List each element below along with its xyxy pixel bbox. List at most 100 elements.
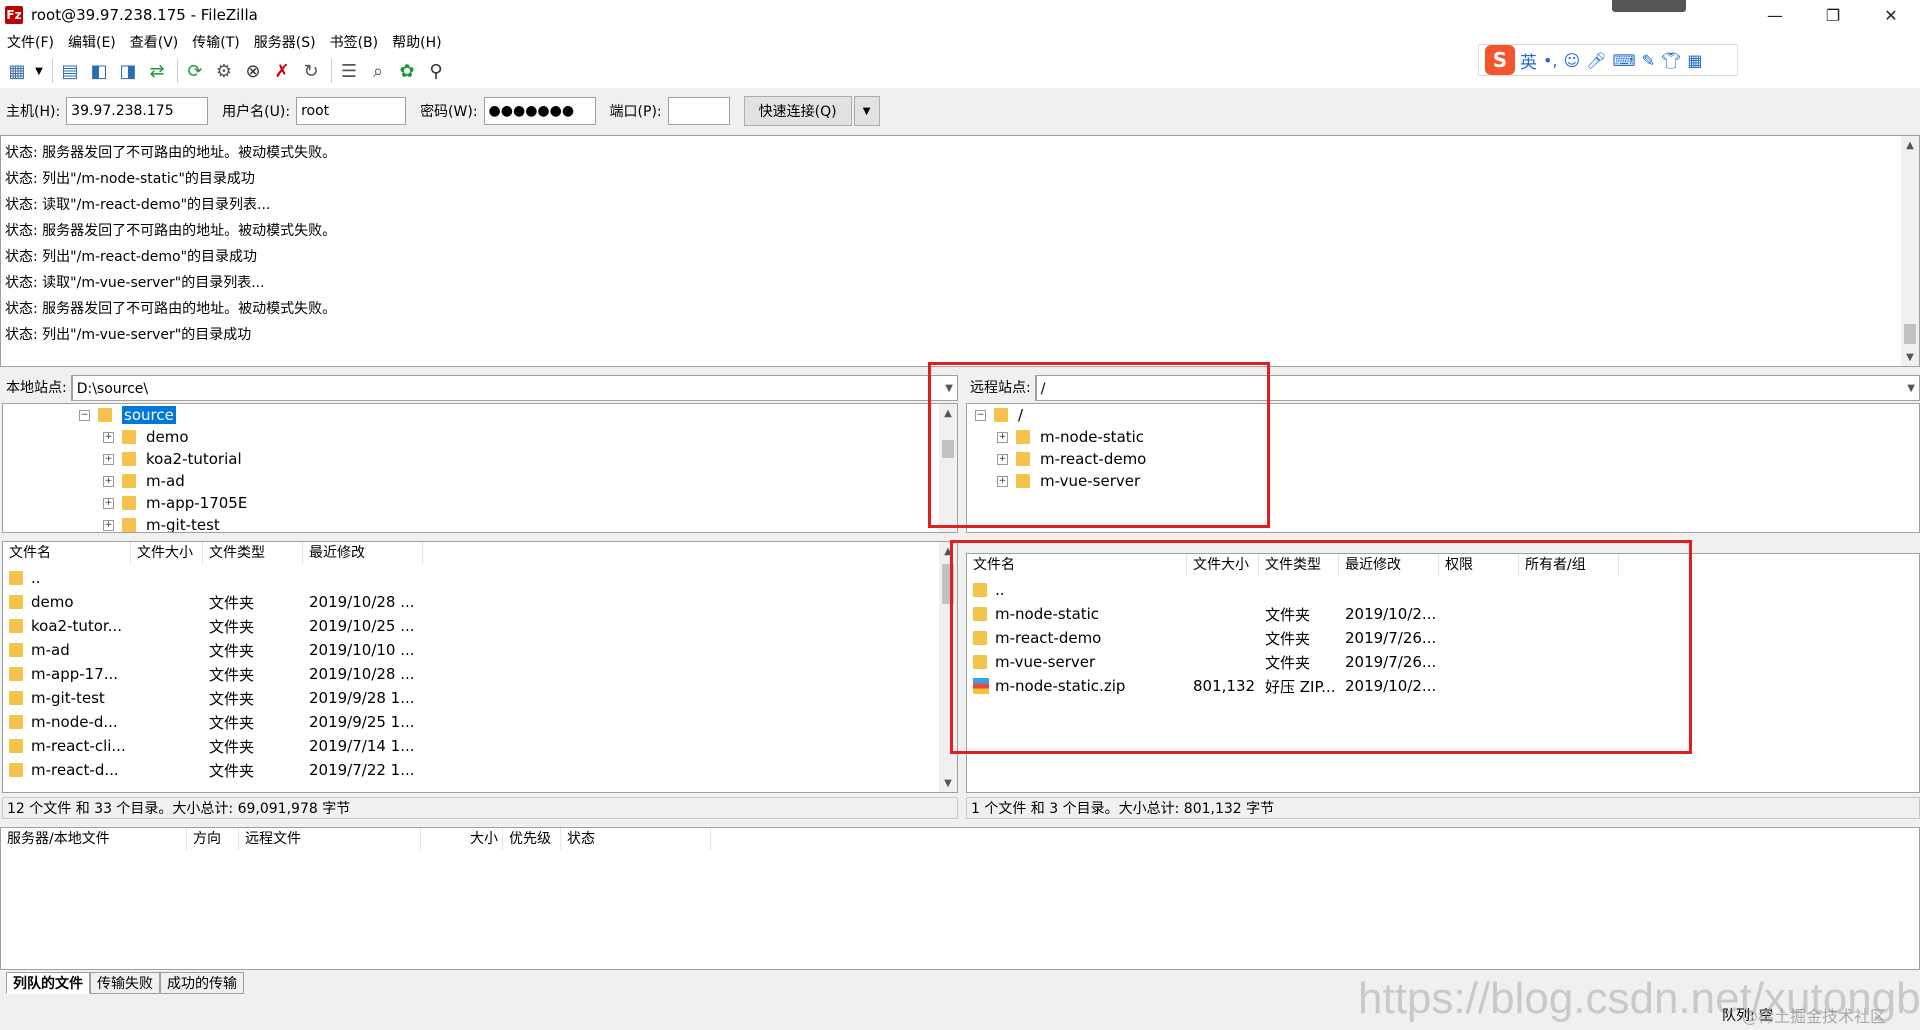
file-row[interactable]: m-node-d... 文件夹 2019/9/25 1... <box>3 710 957 734</box>
tree-item[interactable]: + m-app-1705E <box>103 492 247 514</box>
sogou-logo-icon[interactable]: S <box>1485 45 1515 75</box>
menu-help[interactable]: 帮助(H) <box>385 32 448 52</box>
site-manager-dropdown-icon[interactable]: ▼ <box>33 58 45 84</box>
disconnect-icon[interactable]: ✗ <box>269 58 295 84</box>
directory-compare-icon[interactable]: ⌕ <box>365 58 391 84</box>
menu-edit[interactable]: 编辑(E) <box>61 32 123 52</box>
cancel-operation-icon[interactable]: ⊗ <box>240 58 266 84</box>
file-name: m-ad <box>31 641 70 659</box>
skin-icon[interactable]: ✎ <box>1642 51 1655 70</box>
log-line: 状态: 服务器发回了不可路由的地址。被动模式失败。 <box>5 223 337 239</box>
tree-item[interactable]: + koa2-tutorial <box>103 448 242 470</box>
toggle-queue-icon[interactable]: ⇄ <box>144 58 170 84</box>
tree-item[interactable]: + m-ad <box>103 470 185 492</box>
password-input[interactable] <box>483 97 596 125</box>
toggle-local-tree-icon[interactable]: ◧ <box>86 58 112 84</box>
tab-failed-transfers[interactable]: 传输失败 <box>90 972 160 994</box>
file-type: 文件夹 <box>209 761 255 780</box>
synchronized-browsing-icon[interactable]: ✿ <box>394 58 420 84</box>
toggle-remote-tree-icon[interactable]: ◨ <box>115 58 141 84</box>
column-priority[interactable]: 优先级 <box>503 828 561 850</box>
tree-item[interactable]: − source <box>79 404 176 426</box>
folder-icon <box>9 763 23 777</box>
folder-icon <box>122 474 136 488</box>
column-direction[interactable]: 方向 <box>187 828 239 850</box>
toggle-log-icon[interactable]: ▤ <box>57 58 83 84</box>
highlight-remote-tree <box>928 362 1270 528</box>
tree-item-label: koa2-tutorial <box>146 450 242 468</box>
scroll-thumb[interactable] <box>1904 324 1916 344</box>
host-input[interactable] <box>66 97 209 125</box>
collapse-icon[interactable]: − <box>79 409 90 421</box>
column-status[interactable]: 状态 <box>561 828 711 850</box>
keyboard-icon[interactable]: ⌨ <box>1613 51 1636 70</box>
expand-icon[interactable]: + <box>103 519 114 531</box>
directory-listing-filters-icon[interactable]: ☰ <box>336 58 362 84</box>
close-button[interactable]: ✕ <box>1862 0 1920 30</box>
quickconnect-button[interactable]: 快速连接(Q) <box>743 96 852 126</box>
file-name: koa2-tutor... <box>31 617 123 635</box>
maximize-button[interactable]: ❐ <box>1804 0 1862 30</box>
window-title: root@39.97.238.175 - FileZilla <box>31 6 258 24</box>
tab-successful-transfers[interactable]: 成功的传输 <box>160 972 244 994</box>
column-local-file[interactable]: 服务器/本地文件 <box>1 828 187 850</box>
folder-icon <box>9 715 23 729</box>
column-remote-file[interactable]: 远程文件 <box>239 828 421 850</box>
tab-queued-files[interactable]: 列队的文件 <box>6 972 90 994</box>
local-path: D:\source\ <box>76 381 149 397</box>
file-row[interactable]: .. <box>3 566 957 590</box>
microphone-icon[interactable]: 🎤︎ <box>1586 51 1606 70</box>
tree-item[interactable]: + m-git-test <box>103 514 220 532</box>
folder-icon <box>9 571 23 585</box>
refresh-icon[interactable]: ⟳ <box>182 58 208 84</box>
menu-server[interactable]: 服务器(S) <box>247 32 323 52</box>
site-manager-icon[interactable]: ▦ <box>4 58 30 84</box>
file-row[interactable]: koa2-tutor... 文件夹 2019/10/25 ... <box>3 614 957 638</box>
column-size[interactable]: 大小 <box>421 828 503 850</box>
scroll-up-icon[interactable]: ▲ <box>1901 136 1919 154</box>
expand-icon[interactable]: + <box>103 453 114 465</box>
folder-icon <box>122 496 136 510</box>
log-scrollbar[interactable]: ▲ ▼ <box>1901 136 1919 366</box>
quickconnect-dropdown-icon[interactable]: ▼ <box>853 96 880 126</box>
expand-icon[interactable]: + <box>103 475 114 487</box>
file-row[interactable]: m-react-cli... 文件夹 2019/7/14 1... <box>3 734 957 758</box>
scroll-down-icon[interactable]: ▼ <box>1901 348 1919 366</box>
username-input[interactable] <box>296 97 407 125</box>
menu-transfer[interactable]: 传输(T) <box>185 32 246 52</box>
column-filesize[interactable]: 文件大小 <box>131 542 203 564</box>
minimize-button[interactable]: — <box>1746 0 1804 30</box>
watermark-community: @稀土掘金技术社区 <box>1742 1007 1887 1026</box>
column-filetype[interactable]: 文件类型 <box>203 542 303 564</box>
file-row[interactable]: m-ad 文件夹 2019/10/10 ... <box>3 638 957 662</box>
emoji-icon[interactable]: ☺ <box>1564 51 1581 70</box>
apps-grid-icon[interactable]: ▦ <box>1687 51 1702 70</box>
tree-item[interactable]: + demo <box>103 426 189 448</box>
search-files-icon[interactable]: ⚲ <box>423 58 449 84</box>
reconnect-icon[interactable]: ↻ <box>298 58 324 84</box>
port-input[interactable] <box>667 97 730 125</box>
local-path-input[interactable]: D:\source\ ▼ <box>71 375 958 401</box>
menu-bookmarks[interactable]: 书签(B) <box>323 32 386 52</box>
tray-indicator <box>1612 0 1686 12</box>
file-row[interactable]: demo 文件夹 2019/10/28 ... <box>3 590 957 614</box>
file-type: 文件夹 <box>209 737 255 756</box>
scroll-down-icon[interactable]: ▼ <box>939 774 957 792</box>
file-row[interactable]: m-app-17... 文件夹 2019/10/28 ... <box>3 662 957 686</box>
transfer-queue: 服务器/本地文件 方向 远程文件 大小 优先级 状态 <box>0 827 1920 970</box>
column-modified[interactable]: 最近修改 <box>303 542 423 564</box>
chevron-down-icon[interactable]: ▼ <box>1907 376 1915 402</box>
folder-icon <box>122 430 136 444</box>
file-row[interactable]: m-git-test 文件夹 2019/9/28 1... <box>3 686 957 710</box>
tree-item-label: demo <box>146 428 189 446</box>
expand-icon[interactable]: + <box>103 497 114 509</box>
column-filename[interactable]: 文件名 <box>3 542 131 564</box>
ime-language[interactable]: 英 <box>1520 48 1537 73</box>
process-queue-icon[interactable]: ⚙ <box>211 58 237 84</box>
shirt-icon[interactable]: 👕︎ <box>1661 51 1681 70</box>
menu-view[interactable]: 查看(V) <box>123 32 186 52</box>
expand-icon[interactable]: + <box>103 431 114 443</box>
file-row[interactable]: m-react-d... 文件夹 2019/7/22 1... <box>3 758 957 782</box>
menu-file[interactable]: 文件(F) <box>0 32 61 52</box>
punctuation-icon[interactable]: •, <box>1543 51 1558 70</box>
